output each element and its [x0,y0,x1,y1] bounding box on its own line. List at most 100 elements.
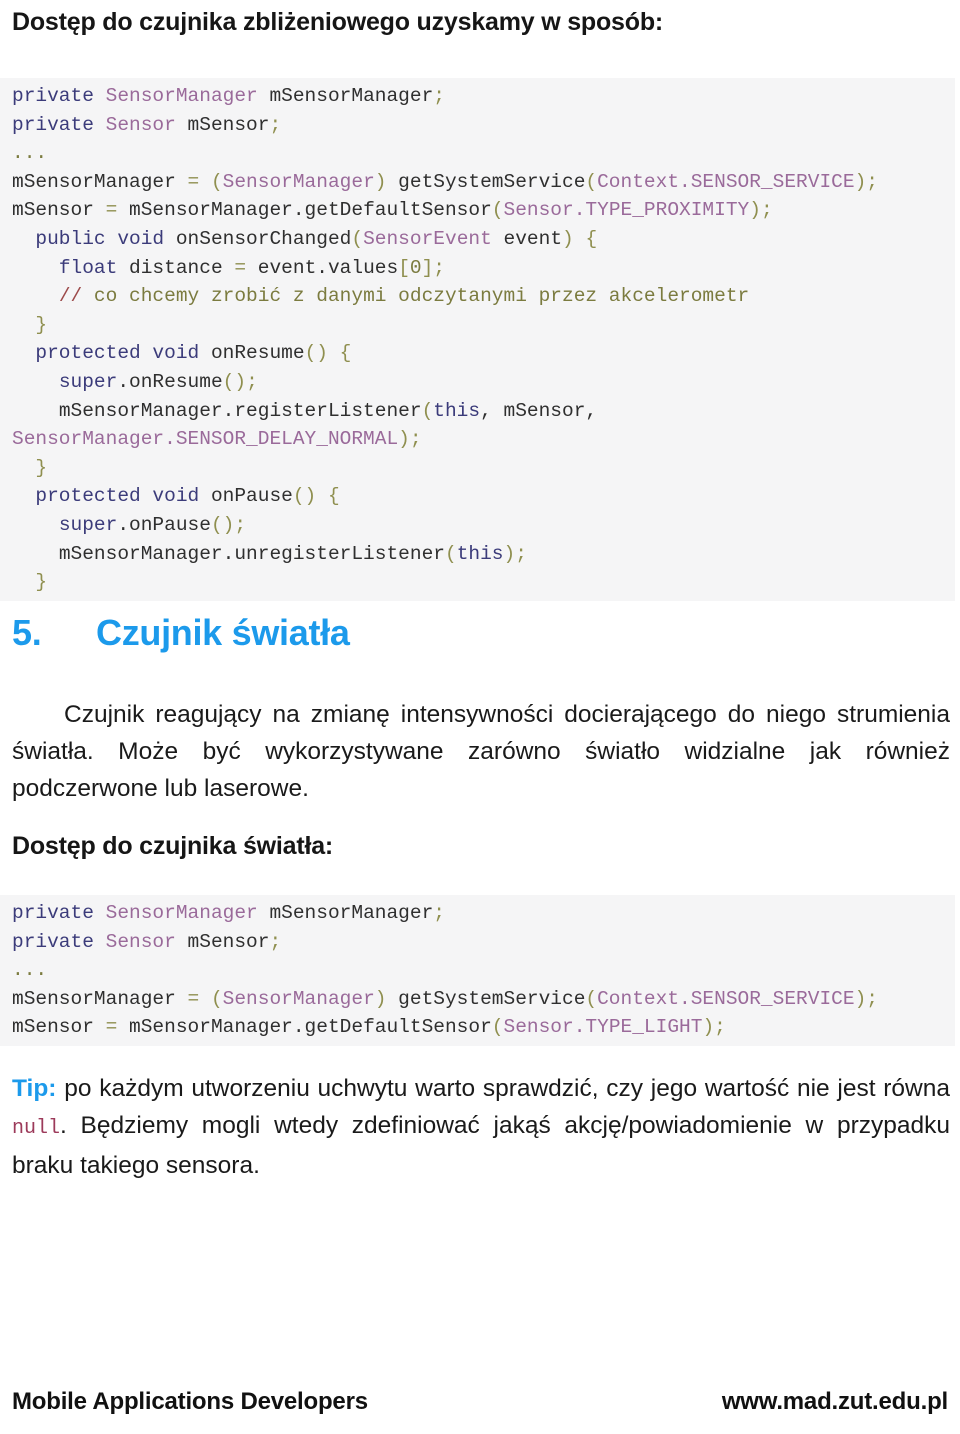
code-token: onSensorChanged [175,227,352,250]
code-token: float [58,256,130,279]
code-token: ] [421,256,434,279]
code-token: distance [129,256,235,279]
code-token: Sensor [105,930,176,953]
light-sensor-description-text: Czujnik reagujący na zmianę intensywnośc… [12,701,950,802]
document-page: Dostęp do czujnika zbliżeniowego uzyskam… [0,0,960,1434]
code-token: () [222,370,247,393]
code-token: ( [444,542,457,565]
code-token: mSensorManager [257,902,434,924]
code-token: ; [433,256,445,279]
code-token: SensorManager [12,428,165,451]
code-token: mSensorManager [12,987,188,1010]
code-line: // co chcemy zrobić z danymi odczytanymi… [0,282,955,311]
code-token: event.values [246,256,399,279]
code-line: private Sensor mSensor; [0,928,955,957]
code-token: ) [503,542,516,565]
code-token: mSensorManager [12,170,188,193]
code-line: mSensor = mSensorManager.getDefaultSenso… [0,196,955,225]
code-line: mSensorManager = (SensorManager) getSyst… [0,985,955,1014]
code-token: ( [421,399,434,422]
code-token: ) [562,227,574,250]
code-token: private [12,85,106,107]
code-token: { [327,485,340,508]
code-token: Sensor.TYPE_PROXIMITY [503,199,750,222]
code-token: ( [491,1016,504,1039]
section-number: 5. [12,612,42,653]
access-light-heading: Dostęp do czujnika światła: [12,832,334,860]
code-token: ( [351,227,364,250]
code-token: mSensor [12,1016,106,1039]
code-token: onResume [210,342,305,365]
code-token: ; [760,199,773,222]
code-token: ) [854,987,867,1010]
code-line: protected void onResume() { [0,339,955,368]
code-line: } [0,311,955,340]
code-token: = [105,1016,118,1039]
code-line: mSensorManager.registerListener(this, mS… [0,397,955,426]
code-line: super.onPause(); [0,511,955,540]
code-token: .SENSOR_DELAY_NORMAL [164,428,399,451]
code-token: .onPause [117,513,211,536]
light-sensor-description: Czujnik reagujący na zmianę intensywnośc… [12,696,950,807]
code-token: ) [702,1016,715,1039]
code-token: = [105,199,118,222]
code-token: SensorManager [222,170,375,193]
code-token: getSystemService [386,987,586,1010]
code-token: ; [269,930,282,953]
page-footer: Mobile Applications Developers www.mad.z… [12,1388,948,1416]
code-token: getSystemService [386,170,586,193]
code-token: ; [714,1016,726,1039]
code-block-light: private SensorManager mSensorManager; pri… [0,895,955,1046]
code-token: ; [433,85,445,107]
code-token: () [304,342,328,365]
footer-right-url: www.mad.zut.edu.pl [721,1388,948,1415]
intro-heading: Dostęp do czujnika zbliżeniowego uzyskam… [12,8,664,36]
code-token: SensorManager [105,902,258,924]
code-line: ... [0,139,955,168]
code-token: co chcemy zrobić z danymi odczytanymi pr… [82,285,750,308]
code-token: ( [210,987,223,1010]
code-line: private SensorManager mSensorManager; [0,82,955,111]
code-token: SensorEvent [363,227,492,250]
code-token: () [210,513,235,536]
code-line: } [0,454,955,483]
code-token: private [12,930,106,953]
code-token: } [35,456,48,479]
code-token: ) [374,170,387,193]
tip-paragraph: Tip: po każdym utworzeniu uchwytu warto … [12,1070,950,1184]
code-token: super [58,370,118,393]
code-token: ) [374,987,387,1010]
code-token: SensorManager [222,987,375,1010]
code-token: { [339,342,352,365]
code-line: protected void onPause() { [0,482,955,511]
code-token: private [12,902,106,924]
code-token: Context.SENSOR_SERVICE [597,170,855,193]
code-token: ; [246,370,258,393]
code-token: ( [585,170,598,193]
code-token: ; [866,170,878,193]
code-token: } [35,571,48,594]
code-token: Sensor [105,113,176,136]
tip-label: Tip: [12,1075,57,1102]
code-token: () [292,485,317,508]
code-token: ; [433,902,445,924]
code-token: onPause [210,485,293,508]
code-token: 0 [409,256,422,279]
code-token: mSensor [12,199,106,222]
tip-text-after: . Będziemy mogli wtedy zdefiniować jakąś… [12,1112,950,1179]
code-token: this [433,399,481,422]
code-token: ; [269,113,282,136]
code-token: mSensorManager [257,85,434,107]
code-token: ( [585,987,598,1010]
code-token: ) [854,170,867,193]
code-token: ) [749,199,761,222]
code-line: public void onSensorChanged(SensorEvent … [0,225,955,254]
